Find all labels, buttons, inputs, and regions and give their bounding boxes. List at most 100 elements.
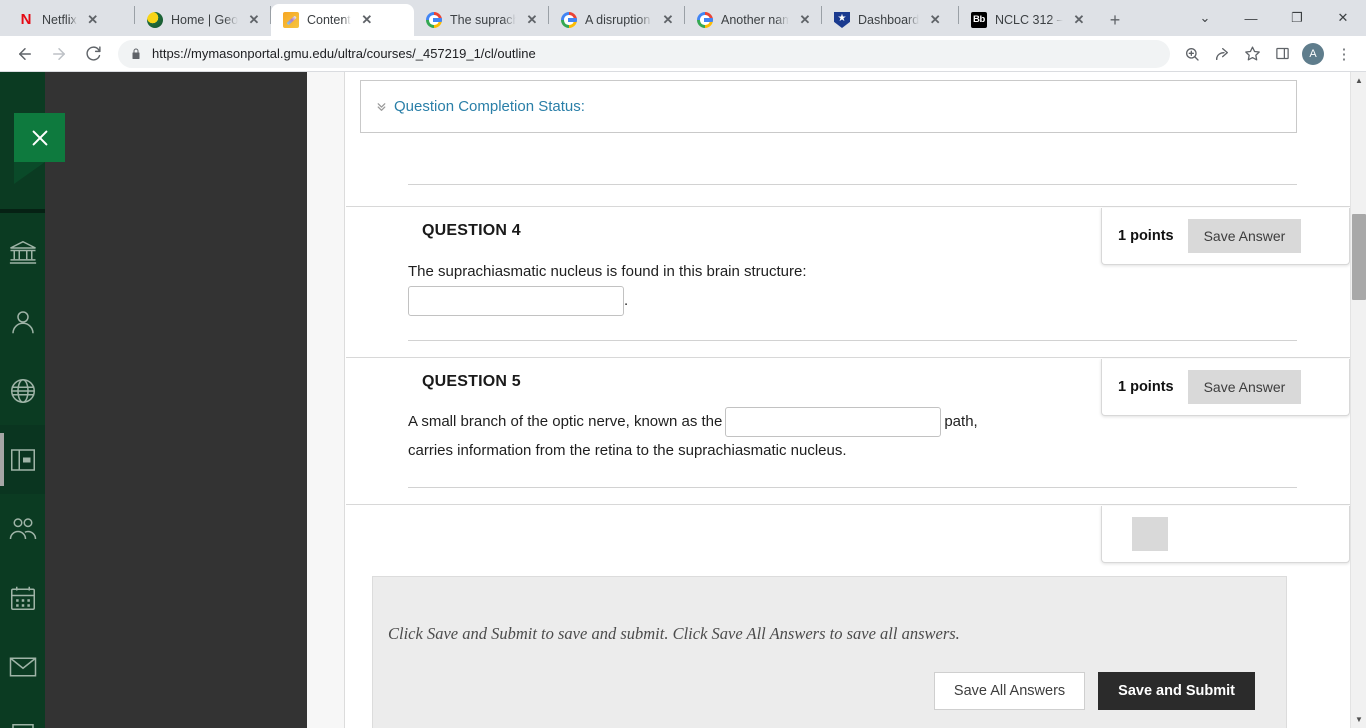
sidebar-item-activity-stream[interactable]	[0, 356, 45, 425]
question-completion-status-box[interactable]: Question Completion Status:	[360, 80, 1297, 133]
tab-title: The suprachias	[450, 13, 516, 27]
footer-instructions: Click Save and Submit to save and submit…	[388, 624, 960, 643]
globe-icon	[8, 376, 38, 406]
browser-menu-icon[interactable]: ⋮	[1330, 40, 1358, 68]
tab-title: A disruption t	[585, 13, 652, 27]
tab-title: Another name	[721, 13, 789, 27]
question-prompt: A small branch of the optic nerve, known…	[408, 412, 723, 430]
browser-toolbar: https://mymasonportal.gmu.edu/ultra/cour…	[0, 36, 1366, 72]
lock-icon	[130, 48, 142, 60]
sidebar-item-messages[interactable]	[0, 632, 45, 701]
back-icon[interactable]	[10, 39, 40, 69]
sidebar-item-calendar[interactable]	[0, 563, 45, 632]
tab-title: Netflix	[42, 13, 77, 27]
tab-close-icon[interactable]: ✕	[359, 12, 375, 28]
tab-title: Dashboard	[858, 13, 920, 27]
question-completion-status-link[interactable]: Question Completion Status:	[394, 98, 585, 115]
forward-icon[interactable]	[44, 39, 74, 69]
save-and-submit-button[interactable]: Save and Submit	[1098, 672, 1255, 710]
bookmark-star-icon[interactable]	[1238, 40, 1266, 68]
scroll-down-arrow-icon[interactable]: ▼	[1351, 711, 1366, 728]
question-points-box	[1101, 506, 1350, 563]
blackboard-bb-icon: Bb	[971, 12, 987, 28]
question-prompt-line2: carries information from the retina to t…	[408, 442, 847, 459]
minimize-button[interactable]: —	[1228, 0, 1274, 36]
panel-gutter	[307, 72, 345, 728]
page-scrollbar[interactable]: ▲ ▼	[1350, 72, 1366, 728]
save-answer-button[interactable]	[1132, 517, 1168, 551]
tab-close-icon[interactable]: ✕	[85, 12, 101, 28]
question-points-box: 1 points Save Answer	[1101, 208, 1350, 265]
chevron-double-down-icon	[375, 100, 388, 113]
sidebar-item-courses[interactable]	[0, 425, 45, 494]
netflix-icon: N	[20, 11, 32, 28]
question-title: QUESTION 4	[422, 222, 521, 239]
browser-tab-content[interactable]: Content ✕	[271, 4, 414, 36]
browser-tab-netflix[interactable]: N Netflix ✕	[6, 4, 134, 36]
question-prompt-suffix: .	[624, 291, 629, 309]
question-prompt: The suprachiasmatic nucleus is found in …	[408, 263, 807, 280]
tab-close-icon[interactable]: ✕	[797, 12, 813, 28]
browser-tab-home-george-mason[interactable]: Home | George ✕	[135, 4, 270, 36]
question-block-next-partial	[346, 504, 1350, 563]
tab-search-icon[interactable]: ⌄	[1182, 0, 1228, 36]
institution-icon	[8, 238, 38, 268]
rail-icon-list	[0, 218, 45, 728]
tab-title: Content	[307, 13, 351, 27]
window-controls: ⌄ — ❐ ✕	[1182, 0, 1366, 36]
question-prompt-suffix: path,	[944, 412, 978, 430]
question-divider	[408, 487, 1297, 488]
sidebar-item-organizations[interactable]	[0, 494, 45, 563]
browser-tab-dashboard[interactable]: ★ Dashboard ✕	[822, 4, 958, 36]
list-icon	[8, 721, 38, 728]
maximize-button[interactable]: ❐	[1274, 0, 1320, 36]
save-all-answers-button[interactable]: Save All Answers	[933, 672, 1086, 710]
scroll-up-arrow-icon[interactable]: ▲	[1351, 72, 1366, 89]
browser-tab-the-suprachiasmatic[interactable]: The suprachias ✕	[414, 4, 548, 36]
tab-strip: N Netflix ✕ Home | George ✕ Content ✕ Th…	[0, 0, 1366, 36]
tab-close-icon[interactable]: ✕	[524, 12, 540, 28]
save-answer-button[interactable]: Save Answer	[1187, 219, 1302, 253]
save-answer-button[interactable]: Save Answer	[1187, 370, 1302, 404]
mail-icon	[8, 652, 38, 682]
groups-icon	[8, 514, 38, 544]
google-icon	[561, 12, 577, 28]
question-block-5: QUESTION 5 1 points Save Answer A small …	[346, 357, 1350, 488]
tab-close-icon[interactable]: ✕	[660, 12, 676, 28]
tab-close-icon[interactable]: ✕	[927, 12, 943, 28]
sidepanel-icon[interactable]	[1268, 40, 1296, 68]
close-window-button[interactable]: ✕	[1320, 0, 1366, 36]
courses-icon	[8, 445, 38, 475]
browser-tab-another-name[interactable]: Another name ✕	[685, 4, 821, 36]
browser-window: N Netflix ✕ Home | George ✕ Content ✕ Th…	[0, 0, 1366, 728]
answer-blank-input[interactable]	[408, 286, 624, 316]
close-menu-button[interactable]	[14, 113, 65, 162]
address-bar[interactable]: https://mymasonportal.gmu.edu/ultra/cour…	[118, 39, 1170, 68]
share-icon[interactable]	[1208, 40, 1236, 68]
question-points: 1 points	[1118, 379, 1174, 395]
gmu-icon	[147, 12, 163, 28]
zoom-icon[interactable]	[1178, 40, 1206, 68]
page-viewport: Question Completion Status: QUESTION 4 1…	[0, 72, 1366, 728]
avatar[interactable]: A	[1302, 42, 1324, 65]
browser-tab-a-disruption[interactable]: A disruption t ✕	[549, 4, 684, 36]
calendar-icon	[8, 583, 38, 613]
url-text: https://mymasonportal.gmu.edu/ultra/cour…	[152, 46, 536, 61]
google-icon	[426, 12, 442, 28]
scrollbar-thumb[interactable]	[1352, 214, 1366, 300]
reload-icon[interactable]	[78, 39, 108, 69]
question-points: 1 points	[1118, 228, 1174, 244]
tab-title: Home | George	[171, 13, 238, 27]
tab-close-icon[interactable]: ✕	[1071, 12, 1087, 28]
sidebar-item-institution-page[interactable]	[0, 218, 45, 287]
tab-title: NCLC 312 – 0	[995, 13, 1063, 27]
new-tab-button[interactable]: +	[1101, 6, 1129, 34]
sidebar-item-profile[interactable]	[0, 287, 45, 356]
tab-close-icon[interactable]: ✕	[246, 12, 262, 28]
course-menu-panel	[45, 72, 307, 728]
section-divider	[408, 184, 1297, 185]
browser-tab-nclc-312[interactable]: Bb NCLC 312 – 0 ✕	[959, 4, 1095, 36]
quiz-footer-panel: Click Save and Submit to save and submit…	[372, 576, 1287, 728]
answer-blank-input[interactable]	[725, 407, 942, 437]
sidebar-item-grades[interactable]	[0, 701, 45, 728]
